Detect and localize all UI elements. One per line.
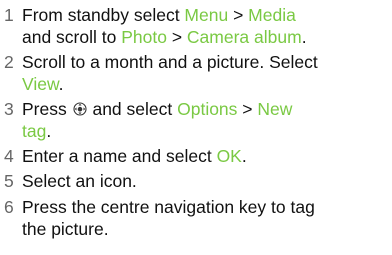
- step-text-line: Select an icon.: [22, 170, 137, 192]
- step-text-line: Enter a name and select OK.: [22, 145, 247, 167]
- menu-term: Options: [177, 99, 238, 119]
- step-text: and select: [87, 99, 178, 119]
- menu-term: New: [257, 99, 293, 119]
- step-number: 6: [4, 197, 14, 217]
- step-text: the picture.: [22, 219, 109, 239]
- step-text: .: [241, 146, 247, 166]
- menu-term: Camera album: [186, 27, 302, 47]
- step-number: 2: [4, 52, 14, 72]
- step-text-line: Scroll to a month and a picture. Select: [22, 51, 318, 73]
- step-text: Press the centre navigation key to tag: [22, 197, 315, 217]
- step-text: Press: [22, 99, 72, 119]
- step-number: 1: [4, 5, 14, 25]
- step-text: and scroll to: [22, 27, 122, 47]
- step-number: 4: [4, 146, 14, 166]
- step-number: 5: [4, 171, 14, 191]
- step-text: .: [58, 74, 64, 94]
- menu-term: OK: [216, 146, 242, 166]
- step-text-line: tag.: [22, 120, 51, 142]
- step-text-line: View.: [22, 73, 64, 95]
- step-text: From standby select: [22, 5, 185, 25]
- step-text: Enter a name and select: [22, 146, 217, 166]
- separator: >: [237, 99, 258, 119]
- step-number: 3: [4, 99, 14, 119]
- step-text-line: From standby select Menu > Media: [22, 4, 296, 26]
- step-text: Select an icon.: [22, 171, 137, 191]
- step-text: Scroll to a month and a picture. Select: [22, 52, 318, 72]
- step-text: .: [301, 27, 307, 47]
- menu-term: Media: [248, 5, 296, 25]
- menu-term: View: [22, 74, 59, 94]
- navigation-key-icon: [73, 102, 87, 116]
- step-text-line: the picture.: [22, 218, 109, 240]
- instruction-list: 1 From standby select Menu > Media and s…: [0, 0, 392, 255]
- step-text: .: [46, 121, 52, 141]
- step-text-line: and scroll to Photo > Camera album.: [22, 26, 307, 48]
- separator: >: [228, 5, 249, 25]
- step-text-line: Press the centre navigation key to tag: [22, 196, 315, 218]
- menu-term: tag: [22, 121, 47, 141]
- menu-term: Photo: [121, 27, 167, 47]
- menu-term: Menu: [184, 5, 229, 25]
- separator: >: [166, 27, 187, 47]
- step-text-line: Press and select Options > New: [22, 98, 292, 120]
